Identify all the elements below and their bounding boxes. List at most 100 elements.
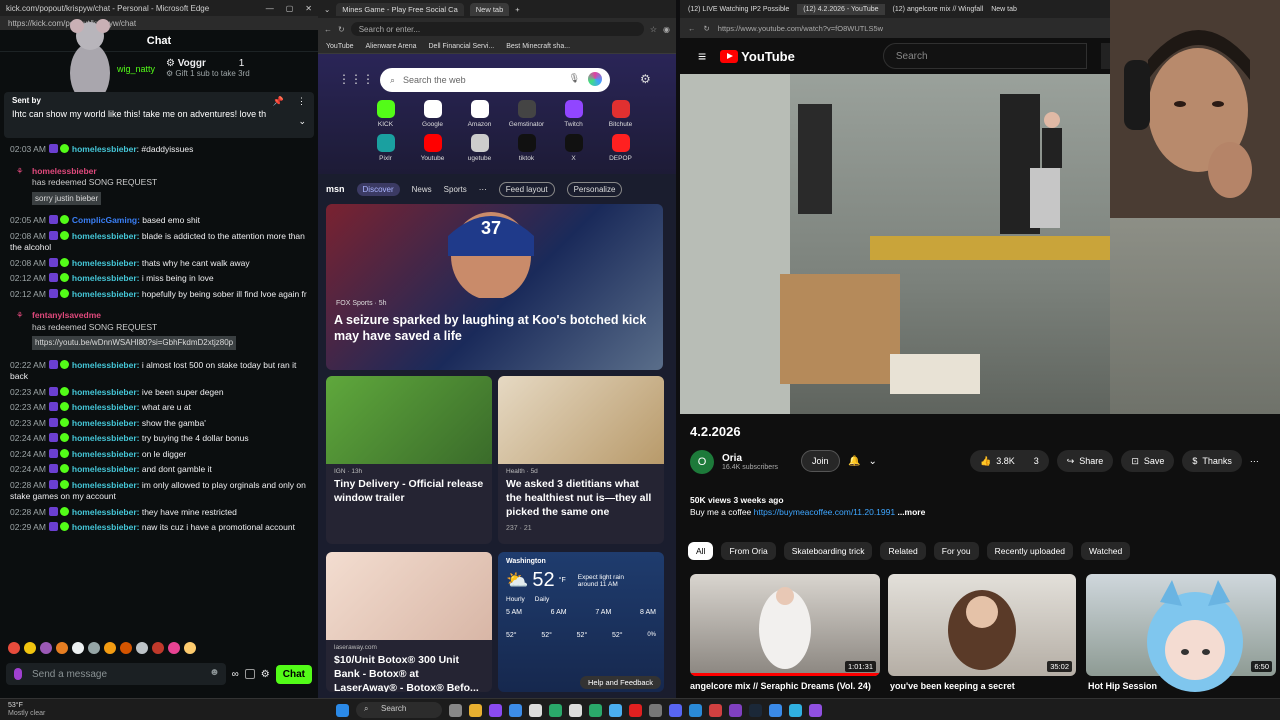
app-icon-8[interactable] <box>629 703 642 717</box>
yt-tab-3[interactable]: (12) angelcore mix // Wingfall <box>893 6 984 13</box>
close-icon[interactable]: ✕ <box>305 4 312 13</box>
more-options-icon[interactable]: ⋮ <box>297 96 306 107</box>
emote-icon[interactable] <box>72 642 84 654</box>
channel-info[interactable]: O Oria 16.4K subscribers <box>690 450 778 474</box>
app-icon-7[interactable] <box>609 703 622 717</box>
emote-icon[interactable] <box>120 642 132 654</box>
app-icon-11[interactable] <box>729 703 742 717</box>
new-tab-icon[interactable]: + <box>515 5 519 14</box>
quick-link-gemstinator[interactable]: Gemstinator <box>503 100 550 128</box>
username[interactable]: homelessbieber: <box>72 387 140 397</box>
username[interactable]: homelessbieber: <box>72 507 140 517</box>
username[interactable]: homelessbieber: <box>72 402 140 412</box>
expand-pinned-icon[interactable]: ⌄ <box>298 116 306 127</box>
quick-link-twitch[interactable]: Twitch <box>550 100 597 128</box>
start-icon[interactable] <box>336 703 349 717</box>
quick-link-depop[interactable]: DEPOP <box>597 134 644 162</box>
quick-link-tiktok[interactable]: tiktok <box>503 134 550 162</box>
favorite-icon[interactable]: ☆ <box>650 25 657 34</box>
app-icon-5[interactable] <box>569 703 582 717</box>
apps-grid-icon[interactable]: ⋮⋮⋮ <box>338 72 374 86</box>
app-icon-10[interactable] <box>709 703 722 717</box>
tab-sports[interactable]: Sports <box>444 185 467 194</box>
quick-link-ugetube[interactable]: ugetube <box>456 134 503 162</box>
tab-new-tab[interactable]: New tab <box>469 2 510 16</box>
app-icon-4[interactable] <box>549 703 562 717</box>
notification-bell[interactable]: 🔔 ⌄ <box>848 450 877 472</box>
favorite-link[interactable]: Alienware Arena <box>366 43 417 50</box>
quick-link-kick[interactable]: KICK <box>362 100 409 128</box>
thanks-button[interactable]: $ Thanks <box>1182 450 1242 472</box>
quick-link-amazon[interactable]: Amazon <box>456 100 503 128</box>
quick-link-x[interactable]: X <box>550 134 597 162</box>
gift-icon[interactable] <box>244 669 255 679</box>
more-link[interactable]: ...more <box>897 507 925 517</box>
refresh-icon[interactable]: ↻ <box>704 24 710 33</box>
yt-tab-1[interactable]: (12) LIVE Watching IP2 Possible <box>688 6 789 13</box>
tab-hourly[interactable]: Hourly <box>506 596 525 603</box>
news-card-ign[interactable]: IGN · 13h Tiny Delivery - Official relea… <box>326 376 492 544</box>
steam-icon[interactable] <box>749 703 762 717</box>
app-icon-3[interactable] <box>529 703 542 717</box>
news-card-health[interactable]: Health · 5d We asked 3 dietitians what t… <box>498 376 664 544</box>
address-input[interactable]: Search or enter... <box>350 22 644 36</box>
hero-news-card[interactable]: 37 FOX Sports · 5h A seizure sparked by … <box>326 204 663 370</box>
more-tabs-icon[interactable]: ⋯ <box>479 185 487 194</box>
username[interactable]: ComplicGaming: <box>72 215 140 225</box>
username[interactable]: homelessbieber: <box>72 418 140 428</box>
username[interactable]: homelessbieber: <box>72 464 140 474</box>
chip-all[interactable]: All <box>688 542 714 560</box>
username[interactable]: homelessbieber: <box>72 433 140 443</box>
copilot-icon[interactable] <box>588 72 602 86</box>
app-icon-1[interactable] <box>489 703 502 717</box>
desc-link[interactable]: https://buymeacoffee.com/11.20.1991 <box>754 507 895 517</box>
help-feedback-button[interactable]: Help and Feedback <box>580 676 662 689</box>
chip-recently-uploaded[interactable]: Recently uploaded <box>986 542 1074 560</box>
username[interactable]: homelessbieber: <box>72 273 140 283</box>
tab-actions-icon[interactable]: ⌄ <box>324 5 330 14</box>
emoji-icon[interactable]: ☻ <box>209 667 220 678</box>
app-icon-13[interactable] <box>789 703 802 717</box>
minimize-icon[interactable]: — <box>266 4 274 13</box>
refresh-icon[interactable]: ↻ <box>338 25 345 34</box>
tab-news[interactable]: News <box>412 185 432 194</box>
tab-daily[interactable]: Daily <box>535 596 549 603</box>
username[interactable]: homelessbieber: <box>72 522 140 532</box>
file-explorer-icon[interactable] <box>469 703 482 717</box>
points-icon[interactable]: ∞ <box>232 669 239 680</box>
emote-icon[interactable] <box>152 642 164 654</box>
tab-discover[interactable]: Discover <box>356 182 400 196</box>
profile-icon[interactable]: ◉ <box>663 25 670 34</box>
app-icon-6[interactable] <box>589 703 602 717</box>
emote-icon[interactable] <box>24 642 36 654</box>
favorite-link[interactable]: Best Minecraft sha... <box>506 43 570 50</box>
redeem-user[interactable]: homelessbieber <box>32 166 304 178</box>
maximize-icon[interactable]: ▢ <box>286 4 294 13</box>
discord-icon[interactable] <box>669 703 682 717</box>
emote-icon[interactable] <box>88 642 100 654</box>
username[interactable]: homelessbieber: <box>72 289 140 299</box>
yt-search-input[interactable]: Search <box>882 43 1087 69</box>
chip-skateboarding-trick[interactable]: Skateboarding trick <box>783 542 873 560</box>
chip-from-oria[interactable]: From Oria <box>721 542 776 560</box>
emote-icon[interactable] <box>168 642 180 654</box>
username[interactable]: homelessbieber: <box>72 258 140 268</box>
share-button[interactable]: ↪ Share <box>1056 450 1114 472</box>
username[interactable]: homelessbieber: <box>72 480 140 490</box>
web-search-box[interactable]: ⌕ Search the web 🎙 <box>380 68 610 92</box>
quick-link-youtube[interactable]: Youtube <box>409 134 456 162</box>
thumb-title-2[interactable]: you've been keeping a secret <box>890 681 1015 691</box>
quick-link-bitchute[interactable]: Bitchute <box>597 100 644 128</box>
back-icon[interactable]: ← <box>324 25 332 34</box>
thumb-title-1[interactable]: angelcore mix // Seraphic Dreams (Vol. 2… <box>690 681 871 691</box>
recommend-thumb-2[interactable]: 35:02 <box>888 574 1076 676</box>
channel-name[interactable]: Oria <box>722 453 778 464</box>
quick-link-pixlr[interactable]: Pixlr <box>362 134 409 162</box>
taskbar-weather[interactable]: 53°F Mostly clear <box>8 702 68 718</box>
taskbar-search[interactable]: ⌕ Search <box>356 702 442 718</box>
app-icon-9[interactable] <box>649 703 662 717</box>
video-player[interactable] <box>680 74 1130 414</box>
emote-icon[interactable] <box>104 642 116 654</box>
feed-layout-button[interactable]: Feed layout <box>498 181 555 197</box>
chip-watched[interactable]: Watched <box>1081 542 1131 560</box>
